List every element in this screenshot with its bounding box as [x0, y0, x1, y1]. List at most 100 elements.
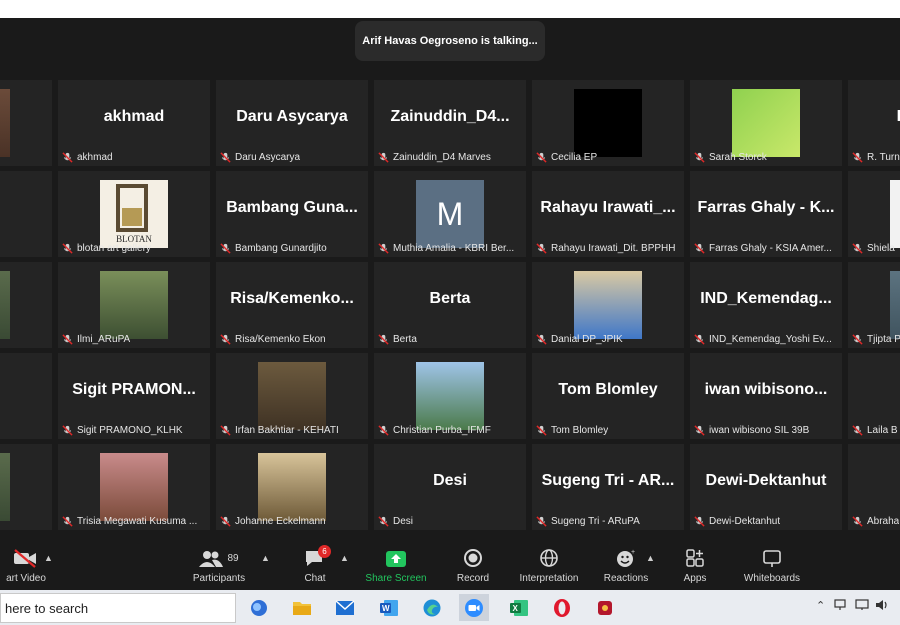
participant-name-label: Rahayu Irawati_Dit. BPPHH: [536, 241, 680, 255]
participant-name-label: Tjipta P: [852, 332, 900, 346]
chat-label: Chat: [304, 573, 326, 584]
participant-tile[interactable]: Daru Asycarya Daru Asycarya: [216, 80, 368, 166]
participant-name-label: iwan wibisono SIL 39B: [694, 423, 838, 437]
tray-device-icon[interactable]: [834, 599, 848, 614]
participant-name-label: Dewi-Dektanhut: [694, 514, 838, 528]
participant-tile[interactable]: Danial DP_JPIK: [532, 262, 684, 348]
participant-tile[interactable]: R. Turn R. Turn: [848, 80, 900, 166]
mic-muted-icon: [536, 151, 547, 163]
participant-tile[interactable]: Johanne Eckelmann: [216, 444, 368, 530]
participant-tile[interactable]: Zainuddin_D4... Zainuddin_D4 Marves: [374, 80, 526, 166]
participant-tile[interactable]: Shiela: [848, 171, 900, 257]
participant-tile[interactable]: ndi: [0, 353, 52, 439]
participants-options-caret-icon[interactable]: ▲: [261, 553, 270, 563]
participant-tile[interactable]: akhmad akhmad: [58, 80, 210, 166]
taskbar-search-box[interactable]: here to search: [0, 593, 236, 623]
participant-tile[interactable]: Ilmi_ARuPA: [58, 262, 210, 348]
participant-tile[interactable]: Berta Berta: [374, 262, 526, 348]
participant-footer-name: Sugeng Tri - ARuPA: [551, 515, 640, 527]
start-video-button[interactable]: art Video: [0, 540, 52, 590]
participant-tile[interactable]: Christian Purba_IFMF: [374, 353, 526, 439]
edge-browser-icon[interactable]: [417, 594, 447, 621]
mic-muted-icon: [852, 424, 863, 436]
participant-tile[interactable]: Dewi-Dektanhut Dewi-Dektanhut: [690, 444, 842, 530]
svg-text:X: X: [513, 604, 519, 613]
chat-options-caret-icon[interactable]: ▲: [340, 553, 349, 563]
zoom-app-icon[interactable]: [459, 594, 489, 621]
participant-display-name: Lail: [848, 381, 900, 399]
participant-name-label: Tom Blomley: [536, 423, 680, 437]
participant-footer-name: Sarah Storck: [709, 151, 767, 163]
word-icon[interactable]: W: [374, 594, 404, 621]
participant-name-label: blotan art gallery: [62, 241, 206, 255]
mail-icon[interactable]: [330, 594, 360, 621]
participant-tile[interactable]: Cecilia EP: [532, 80, 684, 166]
red-app-icon[interactable]: [590, 594, 620, 621]
participants-count: 89: [227, 553, 239, 564]
excel-icon[interactable]: X: [504, 594, 534, 621]
participant-tile[interactable]: Irfan Bakhtiar - KEHATI: [216, 353, 368, 439]
network-icon[interactable]: [855, 599, 869, 614]
participant-video: [258, 453, 326, 521]
participant-display-name: Farras Ghaly - K...: [697, 199, 835, 216]
svg-text:M: M: [437, 196, 464, 232]
mic-muted-icon: [536, 333, 547, 345]
participant-tile[interactable]: Desi Desi: [374, 444, 526, 530]
mic-muted-icon: [220, 333, 231, 345]
tray-overflow-chevron-icon[interactable]: ⌃: [816, 599, 825, 612]
participant-tile[interactable]: IND_Kemendag... IND_Kemendag_Yoshi Ev...: [690, 262, 842, 348]
participant-tile[interactable]: [0, 444, 52, 530]
participant-tile[interactable]: Sigit PRAMON... Sigit PRAMONO_KLHK: [58, 353, 210, 439]
participant-name-label: Irfan Bakhtiar - KEHATI: [220, 423, 364, 437]
participant-display-name: Daru Asycarya: [236, 108, 348, 125]
reactions-options-caret-icon[interactable]: ▲: [646, 553, 655, 563]
participant-tile[interactable]: Tjipta P: [848, 262, 900, 348]
participant-tile[interactable]: M Muthia Amalia - KBRI Ber...: [374, 171, 526, 257]
cortana-icon[interactable]: [244, 594, 274, 621]
mic-muted-icon: [694, 242, 705, 254]
participant-footer-name: Abraha: [867, 515, 900, 527]
video-options-caret-icon[interactable]: ▲: [44, 553, 53, 563]
participant-footer-name: Trisia Megawati Kusuma ...: [77, 515, 198, 527]
participant-footer-name: Bambang Gunardjito: [235, 242, 327, 254]
whiteboard-icon: [762, 540, 782, 568]
participant-tile[interactable]: A Abraha: [848, 444, 900, 530]
participant-tile[interactable]: Farras Ghaly - K... Farras Ghaly - KSIA A…: [690, 171, 842, 257]
participant-tile[interactable]: Trisia Megawati Kusuma ...: [58, 444, 210, 530]
share-screen-label: Share Screen: [365, 573, 427, 584]
participant-tile[interactable]: [0, 262, 52, 348]
mic-muted-icon: [220, 424, 231, 436]
participants-button[interactable]: 89 Participants: [185, 540, 253, 590]
participants-icon: 89: [199, 540, 239, 568]
participant-tile[interactable]: Bambang Guna... Bambang Gunardjito: [216, 171, 368, 257]
participant-tile[interactable]: Sugeng Tri - AR... Sugeng Tri - ARuPA: [532, 444, 684, 530]
whiteboards-button[interactable]: Whiteboards: [737, 540, 807, 590]
participant-display-name: Risa/Kemenko...: [230, 290, 354, 307]
participant-name-label: Ilmi_ARuPA: [62, 332, 206, 346]
participant-display-name: Berta: [429, 290, 471, 307]
participant-display-name: Dewi-Dektanhut: [705, 472, 827, 489]
participant-tile[interactable]: Sarah Storck: [690, 80, 842, 166]
interpretation-button[interactable]: Interpretation: [513, 540, 585, 590]
participants-label: Participants: [192, 573, 246, 584]
participant-tile[interactable]: Risa/Kemenko... Risa/Kemenko Ekon: [216, 262, 368, 348]
opera-browser-icon[interactable]: [547, 594, 577, 621]
record-button[interactable]: Record: [453, 540, 493, 590]
reactions-button[interactable]: + Reactions: [600, 540, 652, 590]
reactions-icon: +: [616, 540, 636, 568]
participant-video: [732, 89, 800, 157]
participant-tile[interactable]: iwan wibisono... iwan wibisono SIL 39B: [690, 353, 842, 439]
participant-tile[interactable]: Lail Laila B: [848, 353, 900, 439]
participant-tile[interactable]: erop Ke...: [0, 80, 52, 166]
participant-name-label: IND_Kemendag_Yoshi Ev...: [694, 332, 838, 346]
volume-icon[interactable]: [875, 599, 889, 614]
participant-name-label: Muthia Amalia - KBRI Ber...: [378, 241, 522, 255]
file-explorer-icon[interactable]: [287, 594, 317, 621]
participant-tile[interactable]: Rahayu Irawati_... Rahayu Irawati_Dit. BP…: [532, 171, 684, 257]
talking-banner: Arif Havas Oegroseno is talking...: [355, 21, 545, 61]
share-screen-button[interactable]: Share Screen: [362, 540, 430, 590]
participant-tile[interactable]: BLOTAN blotan art gallery: [58, 171, 210, 257]
participant-tile[interactable]: Tom Blomley Tom Blomley: [532, 353, 684, 439]
apps-button[interactable]: Apps: [677, 540, 713, 590]
participant-tile[interactable]: nd -... ndonesia...: [0, 171, 52, 257]
